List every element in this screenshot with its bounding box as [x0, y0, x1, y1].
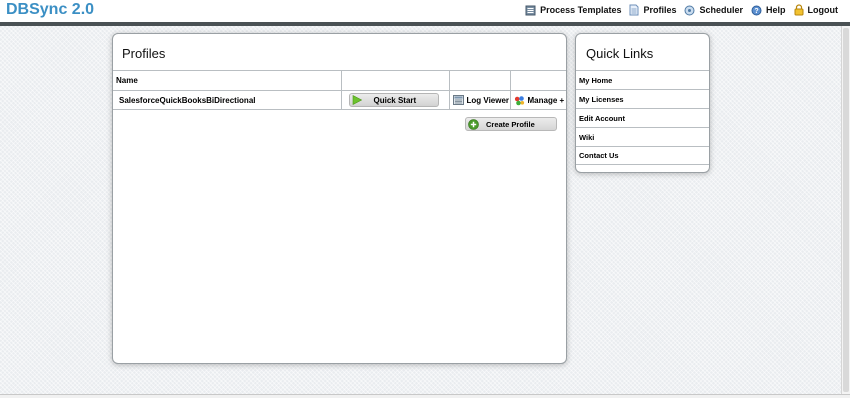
profiles-panel: Profiles Name SalesforceQuickBooksBiDire…	[112, 33, 567, 364]
nav-help-label: Help	[765, 5, 786, 15]
name-column-header: Name	[113, 70, 342, 91]
quick-link-my-licenses[interactable]: My Licenses	[576, 89, 709, 108]
log-viewer-icon	[452, 95, 464, 105]
quick-links-title: Quick Links	[586, 46, 654, 61]
nav-scheduler[interactable]: Scheduler	[684, 5, 743, 16]
help-icon: ?	[751, 5, 762, 15]
quick-link-edit-account[interactable]: Edit Account	[576, 108, 709, 127]
manage-icon	[514, 95, 524, 105]
quick-link-contact-us[interactable]: Contact Us	[576, 146, 709, 165]
log-viewer-link[interactable]: Log Viewer	[450, 95, 510, 105]
log-viewer-cell: Log Viewer	[449, 90, 511, 110]
manage-link[interactable]: Manage +	[511, 95, 567, 106]
nav-process-templates-label: Process Templates	[540, 5, 622, 15]
nav-process-templates[interactable]: Process Templates	[525, 5, 621, 16]
table-row: SalesforceQuickBooksBiDirectional Quick …	[113, 90, 567, 110]
create-profile-label: Create Profile	[486, 119, 535, 129]
profiles-title: Profiles	[122, 46, 166, 61]
quick-start-column-header	[341, 70, 450, 91]
app-logo: DBSync 2.0	[6, 1, 95, 18]
manage-column-header	[510, 70, 566, 91]
nav-logout[interactable]: Logout	[794, 4, 839, 16]
log-viewer-column-header	[449, 70, 511, 91]
scheduler-icon	[684, 5, 695, 15]
nav-help[interactable]: ? Help	[751, 5, 786, 16]
quick-link-my-home[interactable]: My Home	[576, 70, 709, 89]
nav-logout-label: Logout	[807, 5, 839, 15]
quick-start-label: Quick Start	[373, 95, 417, 105]
profiles-table-header: Name	[113, 70, 566, 91]
manage-cell: Manage +	[510, 90, 567, 110]
profiles-icon	[629, 4, 639, 16]
quick-start-button[interactable]: Quick Start	[348, 93, 439, 107]
create-profile-button[interactable]: Create Profile	[465, 117, 557, 131]
svg-text:?: ?	[754, 8, 758, 15]
quick-links-panel: Quick Links My Home My Licenses Edit Acc…	[575, 33, 710, 173]
log-viewer-label: Log Viewer	[466, 95, 510, 105]
profile-name[interactable]: SalesforceQuickBooksBiDirectional	[113, 90, 342, 110]
play-icon	[352, 95, 362, 105]
scrollbar-thumb[interactable]	[843, 28, 849, 392]
quick-links-list: My Home My Licenses Edit Account Wiki Co…	[576, 70, 709, 165]
vertical-scrollbar[interactable]	[841, 26, 850, 394]
nav-profiles[interactable]: Profiles	[629, 4, 676, 16]
process-templates-icon	[525, 5, 536, 15]
quick-link-wiki[interactable]: Wiki	[576, 127, 709, 146]
lock-icon	[794, 4, 803, 16]
add-icon	[468, 118, 479, 130]
manage-label: Manage +	[527, 95, 565, 105]
top-bar: DBSync 2.0 Process Templates Profiles Sc…	[0, 0, 850, 22]
bottom-edge	[0, 394, 850, 398]
nav-profiles-label: Profiles	[643, 5, 677, 15]
top-nav: Process Templates Profiles Scheduler ? H…	[517, 4, 838, 16]
nav-scheduler-label: Scheduler	[699, 5, 743, 15]
quick-start-cell: Quick Start	[341, 90, 450, 110]
header-stripe	[0, 22, 850, 26]
profiles-table: Name SalesforceQuickBooksBiDirectional Q…	[113, 70, 566, 110]
